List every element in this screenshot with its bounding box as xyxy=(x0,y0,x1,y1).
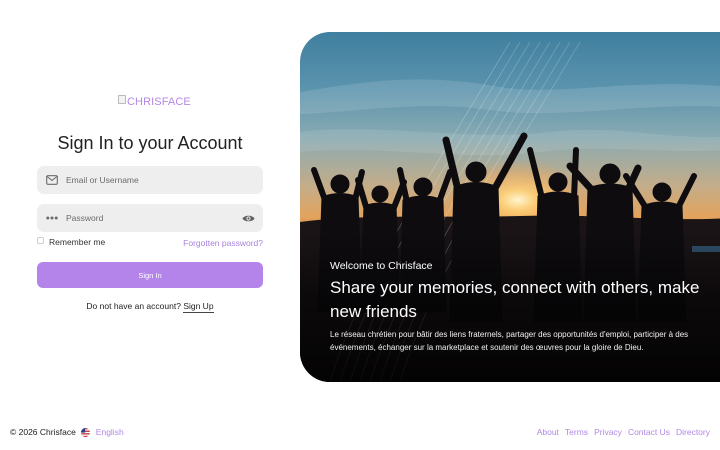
email-input[interactable] xyxy=(66,170,216,190)
signup-prompt: Do not have an account? Sign Up xyxy=(37,301,263,313)
email-field[interactable] xyxy=(37,166,263,194)
footer-link-about[interactable]: About xyxy=(537,427,559,437)
sign-up-link[interactable]: Sign Up xyxy=(183,301,214,313)
remember-me[interactable]: Remember me xyxy=(37,236,106,247)
footer-link-privacy[interactable]: Privacy xyxy=(594,427,622,437)
password-input[interactable] xyxy=(66,208,216,228)
hero-panel: Welcome to Chrisface Share your memories… xyxy=(300,32,720,382)
no-account-text: Do not have an account? xyxy=(86,301,181,311)
sign-in-button[interactable]: Sign In xyxy=(37,262,263,288)
mail-icon xyxy=(46,174,58,186)
hero-welcome: Welcome to Chrisface xyxy=(330,260,433,272)
eye-icon[interactable] xyxy=(242,212,255,224)
us-flag-icon xyxy=(80,427,90,437)
page-title: Sign In to your Account xyxy=(57,133,243,153)
footer-links: About Terms Privacy Contact Us Directory xyxy=(537,427,710,437)
footer-link-directory[interactable]: Directory xyxy=(676,427,710,437)
password-dots-icon xyxy=(46,212,58,224)
hero-description: Le réseau chrétien pour bâtir des liens … xyxy=(330,330,689,352)
broken-image-icon xyxy=(118,94,126,104)
hero-headline: Share your memories, connect with others… xyxy=(330,278,700,321)
logo: CHRISFACE xyxy=(118,94,191,108)
language-selector[interactable]: English xyxy=(96,427,124,437)
footer-left: © 2026 Chrisface English xyxy=(10,427,124,437)
remember-checkbox[interactable] xyxy=(37,236,44,244)
forgot-password-link[interactable]: Forgotten password? xyxy=(183,238,263,248)
password-field[interactable] xyxy=(37,204,263,232)
remember-label: Remember me xyxy=(49,237,106,247)
copyright: © 2026 Chrisface xyxy=(10,427,76,437)
footer-link-terms[interactable]: Terms xyxy=(565,427,588,437)
logo-alt-text: CHRISFACE xyxy=(127,96,191,108)
footer-link-contact[interactable]: Contact Us xyxy=(628,427,670,437)
